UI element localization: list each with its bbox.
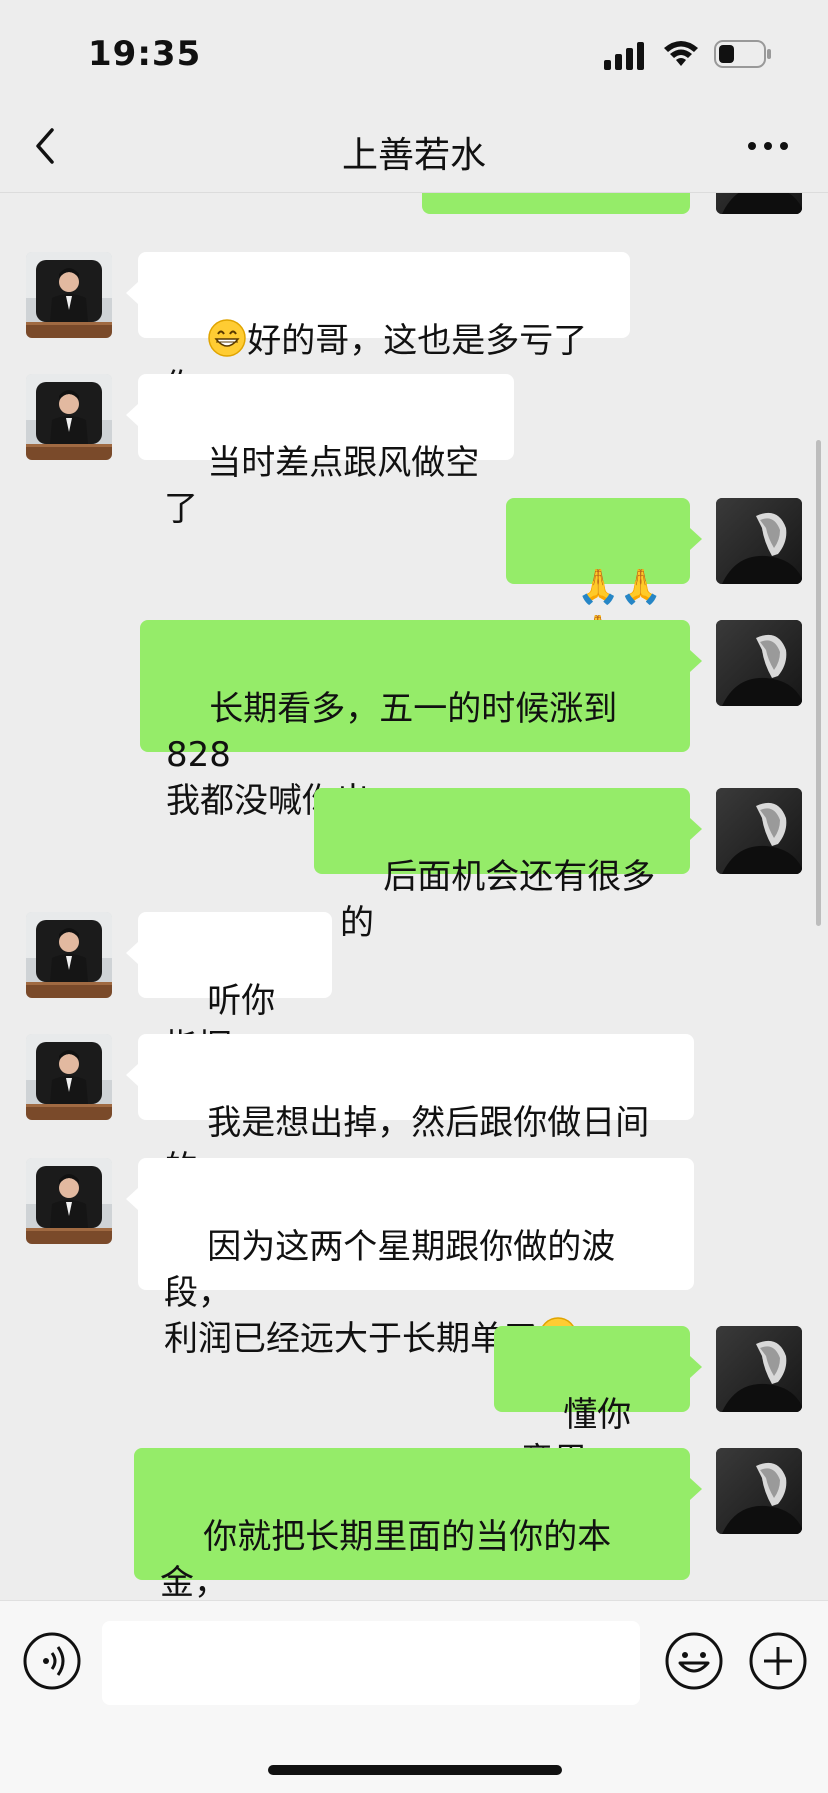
message-bubble-outgoing[interactable]: 你就把长期里面的当你的本金， 日益生财 bbox=[134, 1448, 702, 1649]
battery-icon bbox=[714, 40, 771, 68]
message-bubble-outgoing[interactable]: 懂你意思 bbox=[494, 1326, 702, 1481]
wifi-icon bbox=[664, 41, 698, 66]
smiley-icon[interactable] bbox=[664, 1631, 724, 1691]
message-bubble-outgoing[interactable]: 后面机会还有很多的 bbox=[314, 788, 702, 943]
chat-header: 上善若水 bbox=[0, 100, 828, 193]
message-bubble-incoming[interactable]: 当时差点跟风做空了 bbox=[126, 374, 514, 529]
contact-avatar[interactable] bbox=[26, 912, 112, 998]
message-bubble-incoming[interactable]: 我是想出掉，然后跟你做日间的 bbox=[126, 1034, 694, 1189]
my-avatar[interactable] bbox=[716, 1326, 802, 1412]
cellular-signal-icon bbox=[604, 42, 644, 70]
message-bubble-incoming[interactable]: 因为这两个星期跟你做的波段， 利润已经远大于长期单了 bbox=[126, 1158, 694, 1359]
more-dots-icon[interactable] bbox=[740, 124, 796, 168]
plus-icon[interactable] bbox=[748, 1631, 808, 1691]
my-avatar[interactable] bbox=[716, 620, 802, 706]
message-bubble-incoming[interactable]: 好的哥，这也是多亏了你 bbox=[126, 252, 630, 407]
message-input[interactable] bbox=[102, 1621, 640, 1705]
voice-icon[interactable] bbox=[22, 1631, 82, 1691]
message-list[interactable]: 好的哥，这也是多亏了你 当时差点跟风做空了 🙏🙏🙏 长期看多，五一的时候涨到82… bbox=[0, 0, 828, 1649]
contact-avatar[interactable] bbox=[26, 1158, 112, 1244]
message-bubble-incoming[interactable]: 听你指挥 bbox=[126, 912, 332, 1067]
my-avatar[interactable] bbox=[716, 1448, 802, 1534]
scrollbar[interactable] bbox=[816, 440, 821, 926]
contact-avatar[interactable] bbox=[26, 374, 112, 460]
message-bubble-outgoing[interactable]: 长期看多，五一的时候涨到828 我都没喊你出 bbox=[140, 620, 702, 821]
status-time: 19:35 bbox=[88, 34, 202, 74]
chat-title: 上善若水 bbox=[341, 135, 486, 176]
my-avatar[interactable] bbox=[716, 498, 802, 584]
contact-avatar[interactable] bbox=[26, 1034, 112, 1120]
message-bubble-outgoing[interactable]: 🙏🙏🙏 bbox=[506, 498, 702, 653]
contact-avatar[interactable] bbox=[26, 252, 112, 338]
input-bar bbox=[0, 1600, 828, 1793]
status-bar: 19:35 bbox=[0, 0, 828, 100]
grinning-face-emoji bbox=[208, 319, 246, 357]
home-indicator[interactable] bbox=[268, 1765, 562, 1775]
my-avatar[interactable] bbox=[716, 788, 802, 874]
